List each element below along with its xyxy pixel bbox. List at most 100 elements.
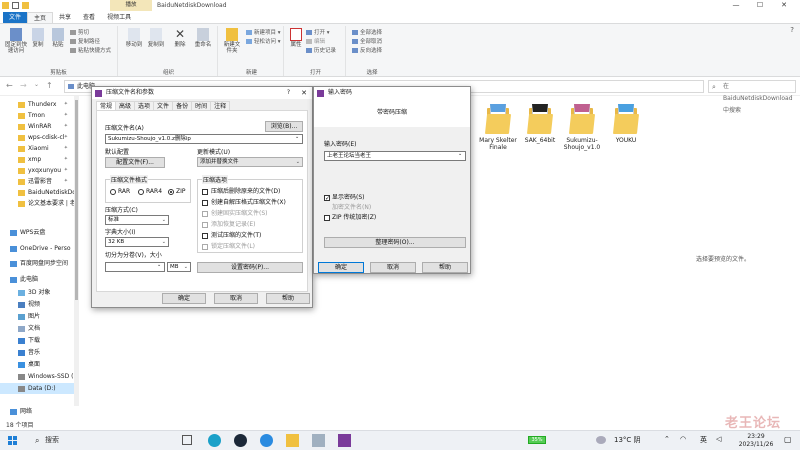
cut-button[interactable]: 剪切 [70,30,89,37]
new-item-button[interactable]: 新建项目 ▾ [246,30,281,37]
task-view-icon[interactable] [182,435,192,445]
cancel-button[interactable]: 取消 [214,293,258,304]
windows-start-icon[interactable] [8,436,17,445]
tab-file[interactable]: 文件 [3,12,28,23]
browse-button[interactable]: 浏览(B)... [265,121,303,132]
copy-path-button[interactable]: 复制路径 [70,39,100,46]
set-password-button[interactable]: 设置密码(P)... [197,262,303,273]
tab-home[interactable]: 主页 [27,11,54,24]
radio-rar[interactable] [110,189,116,195]
folder-icon[interactable] [2,2,9,9]
ok-button[interactable]: 确定 [162,293,206,304]
back-icon[interactable]: ← [6,81,13,90]
chevron-down-icon[interactable]: ⌄ [157,262,161,268]
option-checkbox[interactable] [202,222,208,228]
nav-item[interactable]: BaiduNetdiskDo [0,187,78,198]
context-tab-play[interactable]: 播放 [110,0,152,11]
file-item[interactable]: YOUKU [606,102,646,144]
nav-item[interactable]: wps-cdisk-cl ✦ [0,132,78,143]
nav-item[interactable]: yxqxunyou ✦ [0,165,78,176]
tab-video-tools[interactable]: 视频工具 [101,12,137,23]
winrar-icon[interactable] [338,434,351,447]
nav-item[interactable]: 下载 [0,335,78,346]
history-button[interactable]: 历史记录 [306,48,336,55]
nav-item[interactable]: xmp ✦ [0,154,78,165]
nav-item[interactable]: 网络 [0,406,78,417]
tool-icon[interactable] [312,434,325,447]
copy-to-button[interactable]: 复制到 [146,28,166,48]
app-icon[interactable] [260,434,273,447]
organize-passwords-button[interactable]: 整理密码(O)... [324,237,466,248]
method-select[interactable]: 标准 ⌄ [105,215,169,225]
minimize-button[interactable]: — [724,0,748,11]
new-folder-icon[interactable] [22,2,29,9]
steam-icon[interactable] [234,434,247,447]
close-icon[interactable]: ✕ [301,87,307,99]
ime-indicator[interactable]: 英 [700,435,707,446]
new-folder-button[interactable]: 新建文件夹 [222,28,242,54]
clock[interactable]: 23:29 2023/11/26 [736,433,776,449]
show-password-checkbox[interactable]: ✓ [324,195,330,202]
help-button[interactable]: 帮助 [422,262,468,273]
chevron-down-icon[interactable]: ⌄ [458,151,462,157]
radio-rar4[interactable] [138,189,144,195]
nav-item[interactable]: 迅雷影音 ✦ [0,176,78,187]
taskbar-search[interactable]: ⌕ 搜索 [35,434,165,447]
select-none-button[interactable]: 全部取消 [352,39,382,46]
option-checkbox[interactable] [202,244,208,250]
chevron-up-icon[interactable]: ⌃ [664,435,670,443]
help-button[interactable]: 帮助 [266,293,310,304]
nav-item[interactable]: 音乐 [0,347,78,358]
update-mode-select[interactable]: 添加并替换文件 ⌄ [197,157,303,167]
file-item[interactable]: Sukumizu-Shoujo_v1.0 [562,102,602,151]
help-icon[interactable]: ? [790,26,794,34]
zip-legacy-checkbox[interactable] [324,215,330,221]
nav-item[interactable]: WPS云盘 [0,227,78,238]
nav-scrollbar-thumb[interactable] [75,100,78,300]
weather-text[interactable]: 13°C 阴 [614,435,641,446]
chevron-down-icon[interactable]: ⌄ [295,134,299,140]
up-icon[interactable]: ↑ [46,81,53,90]
nav-item[interactable]: 桌面 [0,359,78,370]
speaker-icon[interactable]: ◁ [716,435,721,443]
nav-item[interactable]: Xiaomi ✦ [0,143,78,154]
option-checkbox[interactable] [202,200,208,206]
close-button[interactable]: ✕ [772,0,796,11]
nav-item[interactable]: 文档 [0,323,78,334]
delete-button[interactable]: ✕ 删除 [172,28,188,49]
nav-item[interactable]: 此电脑 [0,274,78,285]
radio-zip[interactable] [168,189,174,195]
dict-select[interactable]: 32 KB ⌄ [105,237,169,247]
tab-share[interactable]: 共享 [53,12,77,23]
open-button[interactable]: 打开 ▾ [306,30,330,37]
maximize-button[interactable]: ☐ [748,0,772,11]
file-item[interactable]: Mary Skelter Finale [478,102,518,151]
wifi-icon[interactable]: ◠ [680,435,686,443]
nav-item[interactable]: WinRAR ✦ [0,121,78,132]
password-input[interactable]: 上老王论坛当老王 [324,151,466,161]
paste-button[interactable]: 粘贴 [50,28,66,48]
nav-item[interactable]: Thunderx ✦ [0,99,78,110]
paste-shortcut-button[interactable]: 粘贴快捷方式 [70,48,111,55]
select-all-button[interactable]: 全部选择 [352,30,382,37]
split-unit-select[interactable]: MB ⌄ [167,262,191,272]
nav-item[interactable]: Tmon ✦ [0,110,78,121]
nav-item[interactable]: 视频 [0,299,78,310]
nav-item[interactable]: 论文基本要求 | 老 [0,198,78,209]
ok-button[interactable]: 确定 [318,262,364,273]
archive-name-input[interactable]: Sukumizu-Shoujo_v1.0.z删除ip [105,134,303,144]
chevron-down-icon[interactable]: ⌄ [34,81,39,88]
nav-item[interactable]: 百度网盘同步空间 [0,258,78,269]
cancel-button[interactable]: 取消 [370,262,416,273]
battery-indicator[interactable]: 35% [528,436,546,444]
file-item[interactable]: SAK_64bit [520,102,560,144]
edit-button[interactable]: 编辑 [306,39,325,46]
nav-item[interactable]: Windows-SSD ( [0,371,78,382]
checkbox-icon[interactable] [12,2,19,9]
nav-item[interactable]: 3D 对象 [0,287,78,298]
edge-icon[interactable] [208,434,221,447]
help-icon[interactable]: ? [287,87,290,99]
nav-item[interactable]: OneDrive - Perso [0,243,78,254]
properties-button[interactable]: 属性 [288,28,304,48]
notification-icon[interactable]: ▢ [784,435,792,444]
